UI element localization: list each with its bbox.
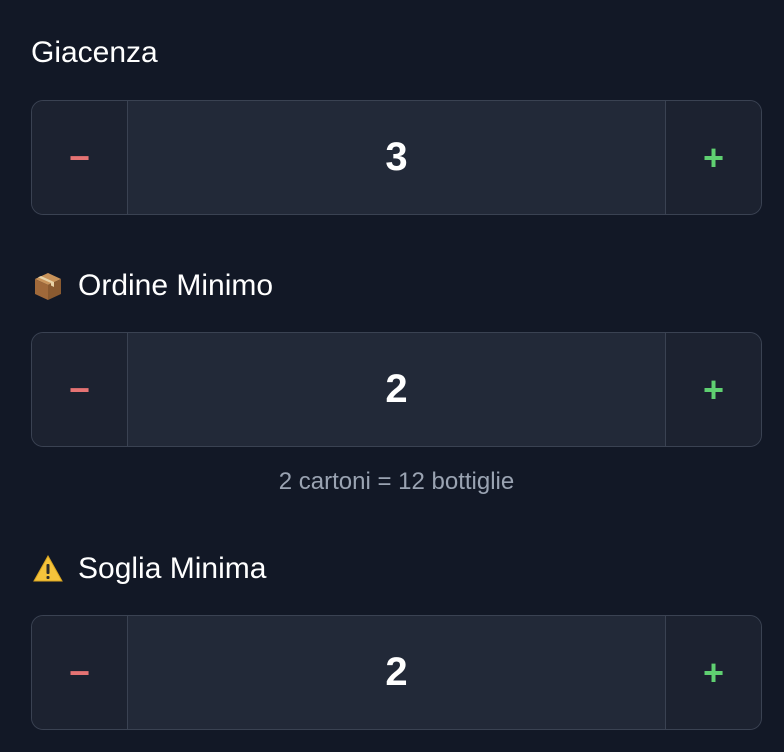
- giacenza-label: Giacenza: [31, 33, 158, 73]
- warning-icon: [31, 552, 65, 586]
- soglia-minima-value[interactable]: 2: [128, 616, 665, 729]
- giacenza-value[interactable]: 3: [128, 101, 665, 214]
- package-icon: [31, 269, 65, 303]
- soglia-minima-label-text: Soglia Minima: [78, 552, 267, 585]
- soglia-minima-increment-button[interactable]: +: [665, 616, 761, 729]
- giacenza-label-text: Giacenza: [31, 36, 158, 69]
- ordine-minimo-decrement-button[interactable]: −: [32, 333, 128, 446]
- ordine-minimo-label-text: Ordine Minimo: [78, 269, 274, 302]
- giacenza-increment-button[interactable]: +: [665, 101, 761, 214]
- soglia-minima-stepper: − 2 +: [31, 615, 762, 730]
- ordine-minimo-increment-button[interactable]: +: [665, 333, 761, 446]
- ordine-minimo-label: Ordine Minimo: [31, 266, 273, 306]
- ordine-minimo-stepper: − 2 +: [31, 332, 762, 447]
- giacenza-decrement-button[interactable]: −: [32, 101, 128, 214]
- ordine-minimo-value[interactable]: 2: [128, 333, 665, 446]
- giacenza-stepper: − 3 +: [31, 100, 762, 215]
- soglia-minima-decrement-button[interactable]: −: [32, 616, 128, 729]
- ordine-minimo-helper: 2 cartoni = 12 bottiglie: [278, 468, 515, 495]
- soglia-minima-label: Soglia Minima: [31, 549, 266, 589]
